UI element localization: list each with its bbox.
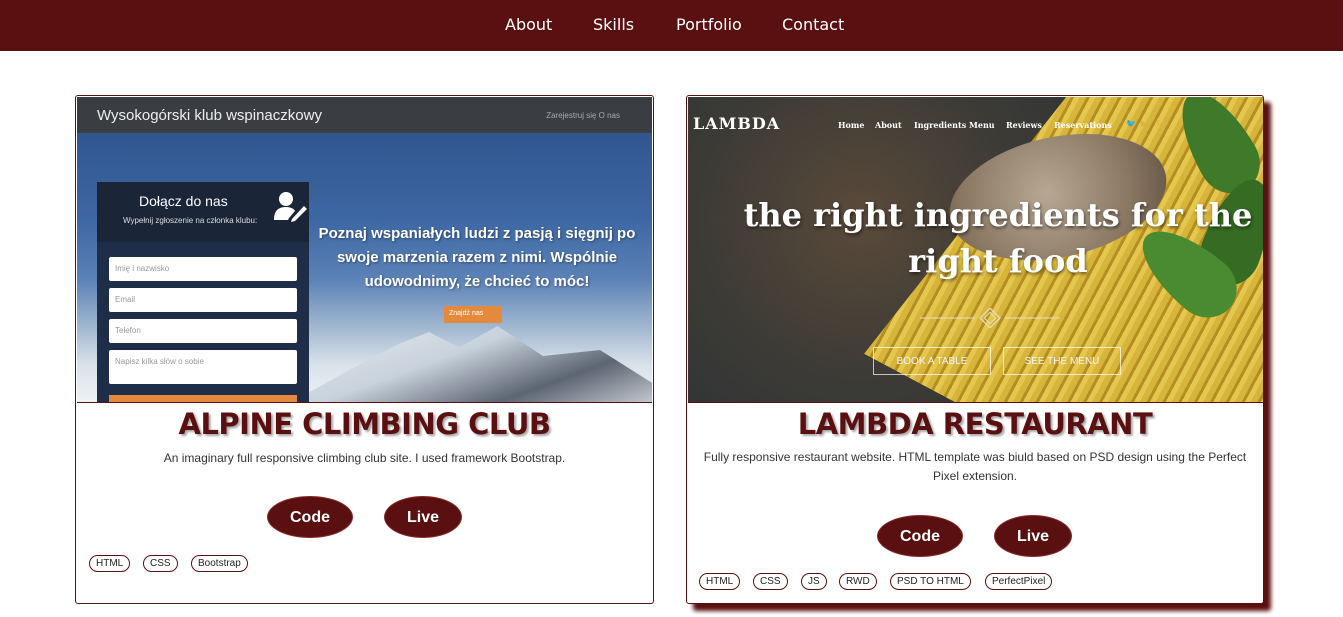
book-table-button: BOOK A TABLE — [873, 347, 991, 375]
lambda-nav-reservations: Reservations — [1054, 120, 1112, 130]
project-card-lambda: LAMBDA Home About Ingredients Menu Revie… — [686, 95, 1264, 604]
alpine-headline: Poznaj wspaniałych ludzi z pasją i sięgn… — [318, 225, 636, 290]
alpine-cta-button: Znajdź nas — [444, 306, 502, 323]
join-submit-bar — [109, 395, 297, 402]
name-field: Imię i nazwisko — [109, 257, 297, 281]
live-button[interactable]: Live — [384, 496, 462, 538]
lambda-logo: LAMBDA — [693, 114, 781, 133]
top-navbar: About Skills Portfolio Contact — [0, 0, 1343, 51]
alpine-brand: Wysokogórski klub wspinaczkowy — [97, 107, 322, 124]
project-card-alpine: Wysokogórski klub wspinaczkowy Zarejestr… — [75, 95, 654, 604]
live-button[interactable]: Live — [994, 515, 1072, 557]
join-form-subtitle: Wypełnij zgłoszenie na członka klubu: — [123, 216, 258, 225]
tag-bootstrap: Bootstrap — [191, 555, 248, 572]
ornament-divider-icon — [920, 308, 1060, 328]
alpine-header-bar: Wysokogórski klub wspinaczkowy Zarejestr… — [77, 97, 652, 133]
alpine-header-links: Zarejestruj się O nas — [546, 111, 620, 120]
nav-link-portfolio[interactable]: Portfolio — [676, 15, 742, 34]
lambda-nav-reviews: Reviews — [1006, 120, 1042, 130]
lambda-nav-about: About — [875, 120, 902, 130]
youtube-icon: ▶ — [1141, 119, 1148, 128]
tag-psd-to-html: PSD TO HTML — [890, 573, 971, 590]
join-form: Dołącz do nas Wypełnij zgłoszenie na czł… — [97, 182, 309, 402]
see-menu-button: SEE THE MENU — [1003, 347, 1121, 375]
nav-link-about[interactable]: About — [505, 15, 552, 34]
project-thumbnail-alpine[interactable]: Wysokogórski klub wspinaczkowy Zarejestr… — [77, 97, 652, 403]
join-form-header: Dołącz do nas Wypełnij zgłoszenie na czł… — [97, 182, 309, 242]
tag-html: HTML — [89, 555, 131, 572]
email-field: Email — [109, 288, 297, 312]
lambda-headline: the right ingredients for the right food — [743, 196, 1253, 280]
about-field: Napisz kilka słów o sobie — [109, 350, 297, 384]
facebook-icon: f — [1157, 119, 1160, 128]
tag-html: HTML — [699, 573, 741, 590]
project-description: Fully responsive restaurant website. HTM… — [703, 450, 1247, 483]
twitter-icon: 🐦 — [1126, 119, 1136, 128]
project-title: LAMBDA RESTAURANT — [797, 407, 1153, 441]
join-form-title: Dołącz do nas — [139, 193, 228, 209]
nav-link-contact[interactable]: Contact — [782, 15, 844, 34]
code-button[interactable]: Code — [267, 496, 353, 538]
nav-link-skills[interactable]: Skills — [593, 15, 634, 34]
code-button[interactable]: Code — [877, 515, 963, 557]
user-edit-icon — [274, 192, 307, 222]
project-thumbnail-lambda[interactable]: LAMBDA Home About Ingredients Menu Revie… — [688, 97, 1263, 403]
tag-js: JS — [801, 573, 827, 590]
project-title: ALPINE CLIMBING CLUB — [178, 407, 552, 441]
lambda-nav-menu: Menu — [969, 120, 995, 130]
tag-css: CSS — [753, 573, 788, 590]
lambda-nav-home: Home — [838, 120, 865, 130]
phone-field: Telefon — [109, 319, 297, 343]
tag-perfectpixel: PerfectPixel — [985, 573, 1053, 590]
project-description: An imaginary full responsive climbing cl… — [163, 451, 566, 465]
tag-rwd: RWD — [839, 573, 877, 590]
lambda-nav-ingredients: Ingredients — [914, 120, 967, 130]
tag-css: CSS — [143, 555, 178, 572]
